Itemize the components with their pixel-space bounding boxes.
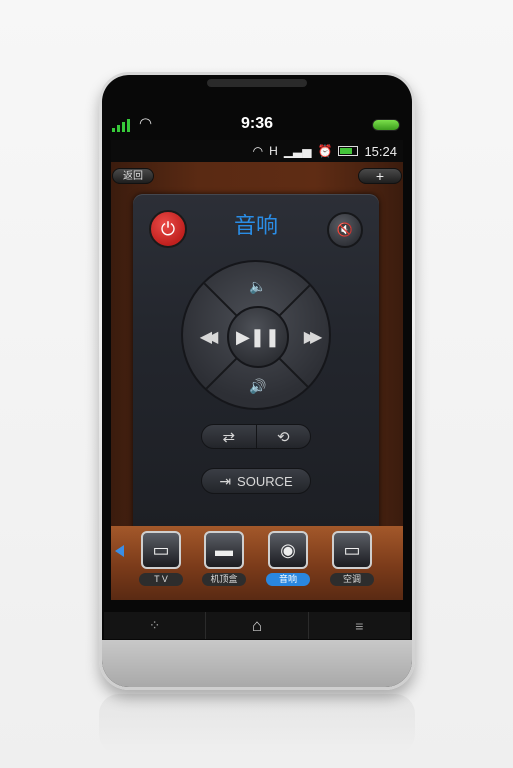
air-conditioner-icon: ▭ — [332, 531, 372, 569]
mute-icon: 🔇 — [336, 222, 354, 237]
battery-icon — [338, 146, 359, 156]
previous-button[interactable]: ◀◀ — [185, 314, 227, 360]
recent-apps-button[interactable]: ⁘ — [104, 612, 205, 639]
dpad: 🔈 🔊 ◀◀ ▶▶ ▶❚❚ — [181, 260, 331, 410]
next-button[interactable]: ▶▶ — [289, 314, 329, 360]
source-label: SOURCE — [237, 473, 293, 489]
menu-icon: ≡ — [355, 617, 364, 634]
volume-up-button[interactable]: 🔊 — [233, 368, 283, 404]
volume-down-button[interactable]: 🔈 — [233, 268, 283, 304]
play-pause-icon: ▶❚❚ — [235, 326, 280, 347]
tv-icon: ▭ — [141, 531, 181, 569]
shuffle-icon: ⇄ — [222, 428, 236, 446]
alarm-icon: ⏰ — [317, 144, 333, 158]
device-label: 空调 — [330, 573, 374, 586]
outer-status-bar: ◠ 9:36 — [104, 110, 410, 140]
device-item-air-conditioner[interactable]: ▭ 空调 — [328, 531, 376, 586]
source-input-icon: ⇥ — [219, 472, 232, 489]
screen: ◠ H ▁▃▅ ⏰ 15:24 返回 + ⏻ 音响 🔇 🔈 🔊 ◀◀ ▶▶ ▶❚… — [111, 140, 403, 600]
android-status-bar: ◠ H ▁▃▅ ⏰ 15:24 — [111, 140, 403, 162]
signal-bars-icon: ▁▃▅ — [283, 144, 312, 158]
play-pause-button[interactable]: ▶❚❚ — [227, 306, 289, 368]
mute-button[interactable]: 🔇 — [327, 212, 363, 248]
back-button[interactable]: 返回 — [112, 168, 154, 184]
remote-panel: ⏻ 音响 🔇 🔈 🔊 ◀◀ ▶▶ ▶❚❚ ⇄ ⟲ ⇥ SOURCE — [133, 194, 379, 554]
device-item-tv[interactable]: ▭ T V — [137, 531, 185, 586]
menu-button[interactable]: ≡ — [309, 612, 410, 639]
home-button[interactable]: ⌂ — [205, 612, 309, 639]
phone-chin — [102, 640, 412, 687]
outer-clock: 9:36 — [240, 115, 274, 132]
device-label-active: 音响 — [266, 573, 310, 586]
set-top-box-icon: ▬ — [204, 531, 244, 569]
page: ◠ 9:36 ◠ H ▁▃▅ ⏰ 15:24 返回 + ⏻ 音响 🔇 🔈 🔊 ◀… — [0, 0, 513, 768]
earpiece-speaker — [207, 79, 307, 87]
add-button[interactable]: + — [358, 168, 402, 184]
status-clock: 15:24 — [364, 143, 397, 159]
home-icon: ⌂ — [251, 615, 263, 635]
recent-apps-icon: ⁘ — [148, 617, 161, 633]
next-icon: ▶▶ — [303, 329, 322, 346]
volume-up-icon: 🔊 — [249, 377, 267, 394]
navigation-bar: ⁘ ⌂ ≡ — [104, 612, 410, 639]
repeat-icon: ⟲ — [276, 428, 290, 446]
phone-reflection — [99, 694, 415, 754]
device-label: 机顶盒 — [202, 573, 246, 586]
source-button[interactable]: ⇥ SOURCE — [201, 468, 311, 494]
speaker-icon: ◉ — [268, 531, 308, 569]
repeat-button[interactable]: ⟲ — [257, 425, 311, 448]
h-signal-icon: H — [269, 144, 278, 158]
shuffle-repeat-group: ⇄ ⟲ — [201, 424, 311, 449]
device-item-set-top-box[interactable]: ▬ 机顶盒 — [200, 531, 248, 586]
previous-icon: ◀◀ — [199, 329, 218, 346]
battery-icon — [372, 119, 400, 131]
wifi-icon: ◠ — [252, 144, 264, 158]
device-label: T V — [139, 573, 183, 586]
shuffle-button[interactable]: ⇄ — [202, 425, 256, 448]
device-item-speaker[interactable]: ◉ 音响 — [264, 531, 312, 586]
scroll-left-arrow-icon[interactable] — [115, 545, 124, 557]
volume-down-icon: 🔈 — [249, 277, 267, 294]
